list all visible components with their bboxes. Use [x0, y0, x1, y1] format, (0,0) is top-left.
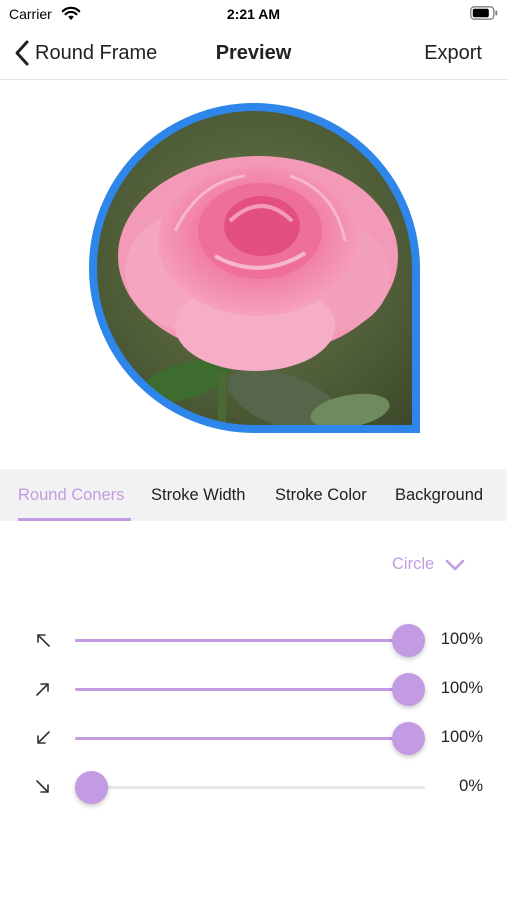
tab-stroke-width[interactable]: Stroke Width [151, 469, 245, 521]
clock: 2:21 AM [226, 6, 281, 22]
corner-slider-top-right[interactable] [75, 673, 425, 706]
corner-value-bottom-right: 0% [459, 777, 483, 795]
corner-slider-row-top-right: 100% [0, 669, 507, 709]
arrow-down-right-icon [36, 780, 49, 793]
tab-round-corners[interactable]: Round Coners [18, 469, 124, 521]
corner-value-top-right: 100% [440, 679, 483, 697]
rose-photo [93, 107, 416, 429]
corner-slider-bottom-left[interactable] [75, 722, 425, 755]
back-button[interactable]: Round Frame [12, 38, 157, 68]
arrow-up-left-icon [37, 634, 50, 647]
preview-area [0, 81, 507, 469]
chevron-down-icon [445, 559, 465, 570]
slider-track [75, 786, 425, 789]
arrow-up-right-icon [36, 683, 49, 696]
arrow-down-left-icon [37, 731, 50, 744]
status-bar: Carrier 2:21 AM [0, 0, 507, 28]
framed-photo-preview [88, 102, 420, 433]
slider-thumb[interactable] [392, 673, 425, 706]
corner-slider-row-top-left: 100% [0, 620, 507, 660]
slider-thumb[interactable] [392, 624, 425, 657]
shape-dropdown[interactable]: Circle [392, 555, 466, 574]
export-button[interactable]: Export [424, 42, 482, 65]
back-label: Round Frame [35, 41, 158, 64]
active-tab-indicator [18, 518, 131, 521]
corner-value-top-left: 100% [440, 630, 483, 648]
slider-fill [75, 688, 425, 691]
corner-slider-row-bottom-left: 100% [0, 718, 507, 758]
navigation-bar: Round Frame Preview Export [0, 28, 507, 80]
slider-thumb[interactable] [392, 722, 425, 755]
slider-fill [75, 639, 425, 642]
slider-thumb[interactable] [75, 771, 108, 804]
tab-stroke-color[interactable]: Stroke Color [275, 469, 367, 521]
corner-value-bottom-left: 100% [440, 728, 483, 746]
tab-background[interactable]: Background [395, 469, 483, 521]
shape-dropdown-label: Circle [392, 555, 435, 573]
slider-fill [75, 737, 425, 740]
chevron-left-icon [15, 40, 29, 66]
corner-slider-bottom-right[interactable] [75, 771, 425, 804]
corner-slider-row-bottom-right: 0% [0, 767, 507, 807]
options-tab-bar: Round Coners Stroke Width Stroke Color B… [0, 469, 507, 521]
battery-icon [470, 6, 498, 20]
corner-slider-top-left[interactable] [75, 624, 425, 657]
